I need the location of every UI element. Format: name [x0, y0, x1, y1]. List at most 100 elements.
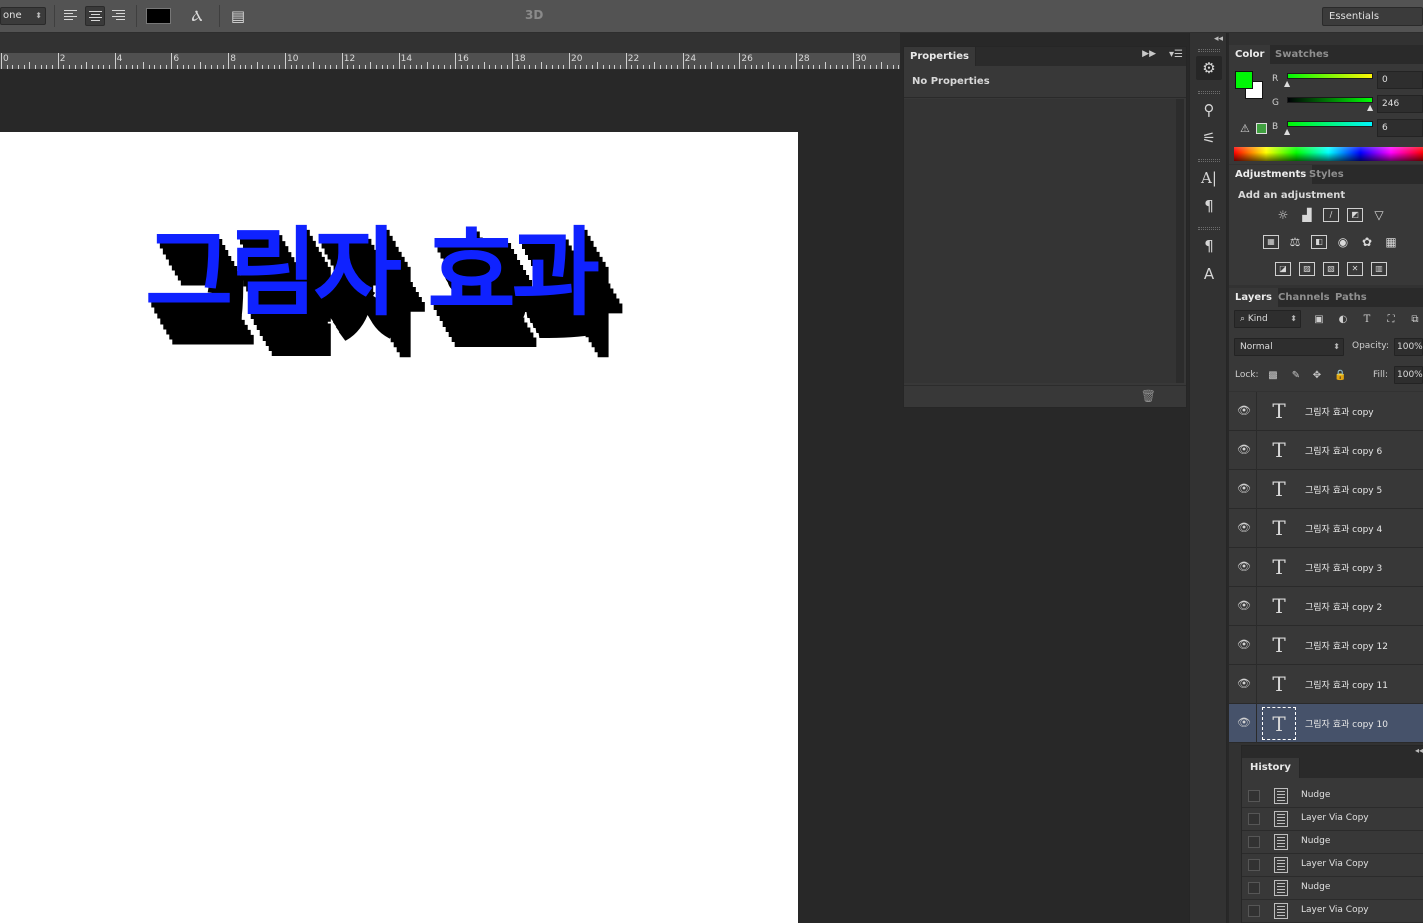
history-item[interactable]: Nudge	[1242, 877, 1423, 900]
horizontal-ruler[interactable]: 0 2 4 6 8 10 12 14 16 18 20 22 24 26 28 30	[0, 53, 900, 70]
eye-icon[interactable]: 👁	[1237, 482, 1251, 496]
brightness-contrast-icon[interactable]: ☼	[1275, 208, 1291, 222]
history-item[interactable]: Layer Via Copy	[1242, 900, 1423, 923]
shadow-text-layer[interactable]: 그림자 효과 그림자 효과 그림자 효과 그림자 효과 그림자 효과 그림자 효과 그림자 …	[145, 218, 705, 378]
layer-name[interactable]: 그림자 효과 copy 11	[1305, 678, 1388, 691]
blue-slider-thumb[interactable]: ▲	[1284, 127, 1290, 136]
tab-adjustments[interactable]: Adjustments	[1229, 165, 1313, 184]
layer-name[interactable]: 그림자 효과 copy	[1305, 405, 1374, 418]
layer-name[interactable]: 그림자 효과 copy 12	[1305, 639, 1388, 652]
layer-row[interactable]: 👁 T 그림자 효과 copy 2	[1229, 587, 1423, 626]
layer-row[interactable]: 👁 T 그림자 효과 copy 3	[1229, 548, 1423, 587]
red-slider-thumb[interactable]: ▲	[1284, 79, 1290, 88]
panel-menu-icon[interactable]: ▾☰	[1169, 49, 1183, 60]
warp-text-icon[interactable]: Ⲁ	[187, 6, 207, 26]
filter-adjustment-icon[interactable]: ◐	[1337, 314, 1349, 326]
collapse-panel-icon[interactable]: ▶▶	[1142, 49, 1156, 59]
layer-row[interactable]: 👁 T 그림자 효과 copy 12	[1229, 626, 1423, 665]
eye-icon[interactable]: 👁	[1237, 521, 1251, 535]
tab-channels[interactable]: Channels	[1272, 288, 1336, 307]
type-layer-icon[interactable]: T	[1262, 551, 1296, 584]
dock-grip[interactable]	[1198, 49, 1220, 52]
text-color-swatch[interactable]	[146, 8, 171, 24]
filter-type-icon[interactable]: T	[1361, 314, 1373, 326]
type-layer-icon[interactable]: T	[1262, 473, 1296, 506]
history-brush-checkbox[interactable]	[1248, 813, 1260, 825]
web-safe-color-swatch[interactable]	[1256, 123, 1267, 134]
type-layer-icon[interactable]: T	[1262, 434, 1296, 467]
hue-saturation-icon[interactable]: ▦	[1263, 235, 1279, 249]
align-right-button[interactable]	[109, 6, 129, 26]
lock-transparent-pixels-icon[interactable]: ▩	[1267, 370, 1279, 382]
layer-name[interactable]: 그림자 효과 copy 3	[1305, 561, 1382, 574]
red-value-field[interactable]: 0	[1377, 71, 1423, 89]
trash-icon[interactable]: 🗑	[1141, 389, 1156, 403]
blue-slider[interactable]	[1287, 121, 1373, 127]
eye-icon[interactable]: 👁	[1237, 443, 1251, 457]
black-white-icon[interactable]: ◧	[1311, 235, 1327, 249]
eye-icon[interactable]: 👁	[1237, 404, 1251, 418]
filter-pixel-icon[interactable]: ▣	[1313, 314, 1325, 326]
workspace-dropdown[interactable]: Essentials	[1322, 7, 1423, 26]
layer-filter-dropdown[interactable]: ⌕ Kind ⬍	[1234, 310, 1301, 328]
dock-grip[interactable]	[1198, 91, 1220, 94]
lock-image-pixels-icon[interactable]: ✎	[1290, 370, 1302, 382]
layer-name[interactable]: 그림자 효과 copy 5	[1305, 483, 1382, 496]
blue-value-field[interactable]: 6	[1377, 119, 1423, 137]
brush-presets-icon[interactable]: ⚲	[1196, 98, 1222, 122]
threshold-icon[interactable]: ▧	[1323, 262, 1339, 276]
align-left-button[interactable]	[61, 6, 81, 26]
dock-grip[interactable]	[1198, 159, 1220, 162]
history-brush-checkbox[interactable]	[1248, 859, 1260, 871]
color-lookup-icon[interactable]: ▦	[1383, 235, 1399, 249]
gradient-map-icon[interactable]: ✕	[1347, 262, 1363, 276]
paragraph-styles-icon[interactable]: ¶	[1196, 234, 1222, 258]
layer-row[interactable]: 👁 T 그림자 효과 copy 11	[1229, 665, 1423, 704]
tab-paths[interactable]: Paths	[1329, 288, 1373, 307]
history-brush-checkbox[interactable]	[1248, 790, 1260, 802]
photo-filter-icon[interactable]: ◉	[1335, 235, 1351, 249]
history-brush-checkbox[interactable]	[1248, 882, 1260, 894]
history-brush-checkbox[interactable]	[1248, 836, 1260, 848]
eye-icon[interactable]: 👁	[1237, 560, 1251, 574]
foreground-color-swatch[interactable]	[1235, 71, 1253, 89]
lock-all-icon[interactable]: 🔒	[1334, 370, 1346, 382]
lock-position-icon[interactable]: ✥	[1311, 370, 1323, 382]
vibrance-icon[interactable]: ▽	[1371, 208, 1387, 222]
tool-presets-icon[interactable]: ⚟	[1196, 126, 1222, 150]
history-item[interactable]: Nudge	[1242, 785, 1423, 808]
properties-panel-icon[interactable]: ⚙	[1196, 56, 1222, 80]
tab-properties[interactable]: Properties	[904, 47, 976, 66]
type-layer-icon[interactable]: T	[1262, 512, 1296, 545]
tab-color[interactable]: Color	[1229, 45, 1271, 64]
blend-mode-dropdown[interactable]: Normal ⬍	[1234, 338, 1344, 356]
color-balance-icon[interactable]: ⚖	[1287, 235, 1303, 249]
posterize-icon[interactable]: ▨	[1299, 262, 1315, 276]
history-item[interactable]: Nudge	[1242, 831, 1423, 854]
layer-row[interactable]: 👁 T 그림자 효과 copy	[1229, 392, 1423, 431]
filter-smart-object-icon[interactable]: ⧉	[1409, 314, 1421, 326]
red-slider[interactable]	[1287, 73, 1373, 79]
channel-mixer-icon[interactable]: ✿	[1359, 235, 1375, 249]
green-slider-thumb[interactable]: ▲	[1367, 103, 1373, 112]
type-layer-icon[interactable]: T	[1262, 395, 1296, 428]
layer-name[interactable]: 그림자 효과 copy 10	[1305, 717, 1388, 730]
character-panel-toggle-icon[interactable]: ▤	[228, 6, 248, 26]
layer-row[interactable]: 👁 T 그림자 효과 copy 5	[1229, 470, 1423, 509]
history-brush-checkbox[interactable]	[1248, 905, 1260, 917]
layer-row[interactable]: 👁 T 그림자 효과 copy 6	[1229, 431, 1423, 470]
main-text[interactable]: 그림자 효과	[145, 218, 600, 328]
properties-scrollbar[interactable]	[1176, 99, 1184, 383]
tab-styles[interactable]: Styles	[1303, 165, 1350, 184]
collapse-arrows-icon[interactable]: ◂◂	[1415, 746, 1423, 755]
tab-layers[interactable]: Layers	[1229, 288, 1278, 307]
selective-color-icon[interactable]: ▥	[1371, 262, 1387, 276]
exposure-icon[interactable]: ◩	[1347, 208, 1363, 222]
character-icon[interactable]: A|	[1196, 166, 1222, 190]
fill-field[interactable]: 100%	[1394, 366, 1423, 384]
filter-shape-icon[interactable]: ⛶	[1385, 314, 1397, 326]
eye-icon[interactable]: 👁	[1237, 716, 1251, 730]
out-of-gamut-warning-icon[interactable]: ⚠	[1240, 122, 1250, 135]
curves-icon[interactable]: ∕	[1323, 208, 1339, 222]
dock-grip[interactable]	[1198, 227, 1220, 230]
